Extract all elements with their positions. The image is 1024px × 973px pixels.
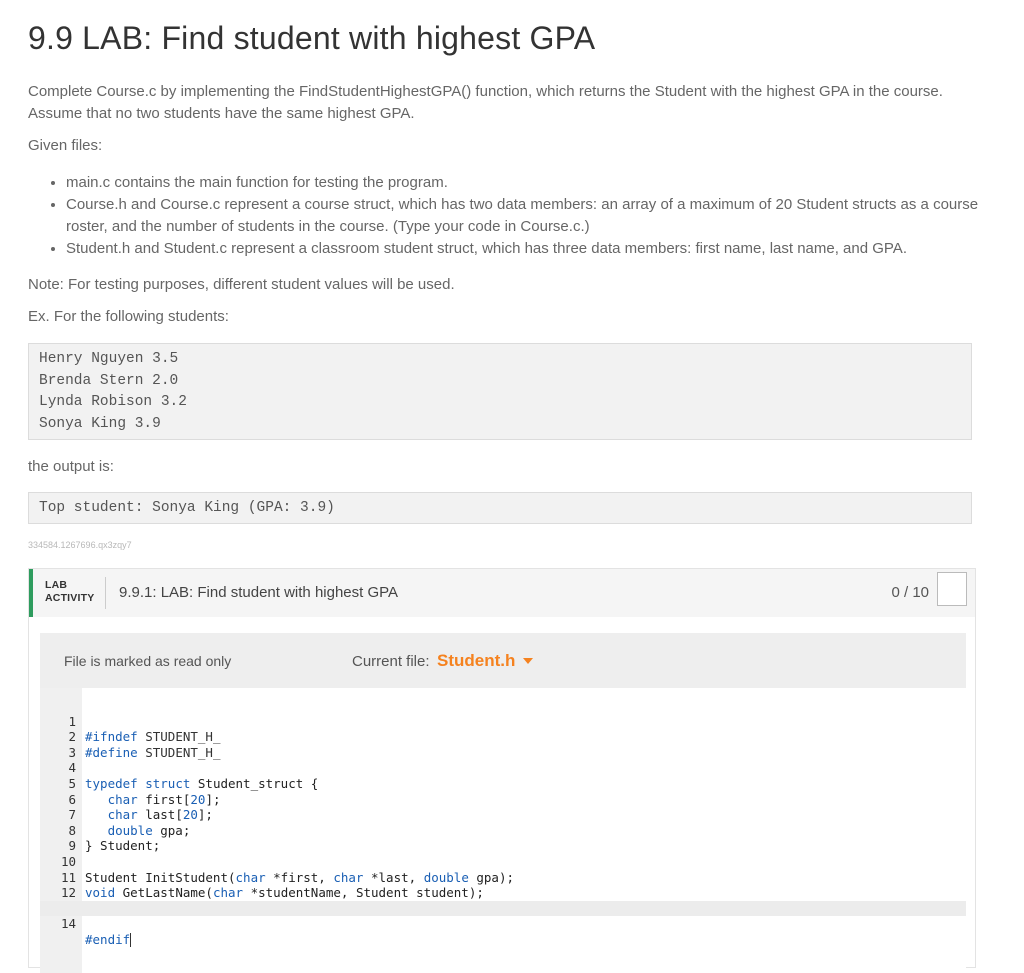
readonly-label: File is marked as read only bbox=[64, 653, 232, 669]
code-line-active: 14 #endif bbox=[40, 900, 966, 948]
current-file-dropdown[interactable]: Student.h bbox=[437, 651, 515, 671]
example-output-line: Top student: Sonya King (GPA: 3.9) bbox=[39, 500, 335, 516]
example-output-box: Top student: Sonya King (GPA: 3.9) bbox=[28, 492, 972, 524]
tracking-id: 334584.1267696.qx3zqy7 bbox=[28, 540, 132, 550]
code-line: 6 char last[20]; bbox=[40, 776, 966, 823]
code-line: 8 } Student; bbox=[40, 807, 966, 854]
code-line: 9 bbox=[40, 823, 966, 853]
lab-score: 0 / 10 bbox=[891, 584, 929, 601]
note-text: Note: For testing purposes, different st… bbox=[28, 276, 455, 293]
example-label: Ex. For the following students: bbox=[28, 308, 229, 325]
code-line: 11 void GetLastName(char *studentName, S… bbox=[40, 854, 966, 901]
given-files-list: main.c contains the main function for te… bbox=[28, 172, 996, 260]
chevron-down-icon[interactable] bbox=[523, 658, 533, 664]
page-title: 9.9 LAB: Find student with highest GPA bbox=[28, 20, 596, 56]
completion-checkbox-icon bbox=[937, 572, 967, 606]
lab-activity: LAB ACTIVITY 9.9.1: LAB: Find student wi… bbox=[28, 568, 976, 973]
code-line: 4 typedef struct Student_struct { bbox=[40, 745, 966, 791]
editor-toolbar: File is marked as read only Current file… bbox=[40, 633, 966, 688]
code-line: 13 bbox=[40, 885, 966, 916]
list-item: Student.h and Student.c represent a clas… bbox=[66, 238, 996, 260]
lab-tag-line2: ACTIVITY bbox=[45, 592, 95, 604]
list-item: main.c contains the main function for te… bbox=[66, 172, 996, 194]
code-line: 10 Student InitStudent(char *first, char… bbox=[40, 838, 966, 885]
code-line: 3 bbox=[40, 729, 966, 760]
text-cursor bbox=[130, 933, 132, 948]
lab-activity-tag: LAB ACTIVITY bbox=[45, 579, 94, 605]
intro-text: Complete Course.c by implementing the Fi… bbox=[28, 83, 943, 122]
code-line: 12 double GetGPA(Student student); bbox=[40, 870, 966, 916]
code-editor-panel: File is marked as read only Current file… bbox=[40, 633, 966, 973]
code-line: 1 #ifndef STUDENT_H_ bbox=[40, 698, 966, 745]
output-label: the output is: bbox=[28, 458, 114, 475]
list-item: Course.h and Course.c represent a course… bbox=[66, 194, 996, 238]
code-line: 5 char first[20]; bbox=[40, 760, 966, 807]
code-editor[interactable]: 1 #ifndef STUDENT_H_ 2 #define STUDENT_H… bbox=[40, 688, 966, 973]
example-input-line: Sonya King 3.9 bbox=[39, 415, 161, 432]
code-line: 7 double gpa; bbox=[40, 792, 966, 838]
divider bbox=[105, 577, 106, 609]
lab-header: LAB ACTIVITY 9.9.1: LAB: Find student wi… bbox=[29, 569, 975, 617]
lab-tag-line1: LAB bbox=[45, 579, 68, 591]
example-input-line: Lynda Robison 3.2 bbox=[39, 394, 187, 410]
example-input-box: Henry Nguyen 3.5 Brenda Stern 2.0 Lynda … bbox=[28, 343, 972, 440]
code-line: 2 #define STUDENT_H_ bbox=[40, 714, 966, 760]
lab-title: 9.9.1: LAB: Find student with highest GP… bbox=[119, 584, 399, 601]
given-files-label: Given files: bbox=[28, 137, 103, 154]
current-file-label: Current file: bbox=[352, 653, 430, 670]
example-input-line: Henry Nguyen 3.5 bbox=[39, 351, 179, 367]
line-number: 14 bbox=[60, 916, 76, 932]
code-text: #endif bbox=[85, 931, 132, 948]
example-input-line: Brenda Stern 2.0 bbox=[39, 372, 179, 389]
